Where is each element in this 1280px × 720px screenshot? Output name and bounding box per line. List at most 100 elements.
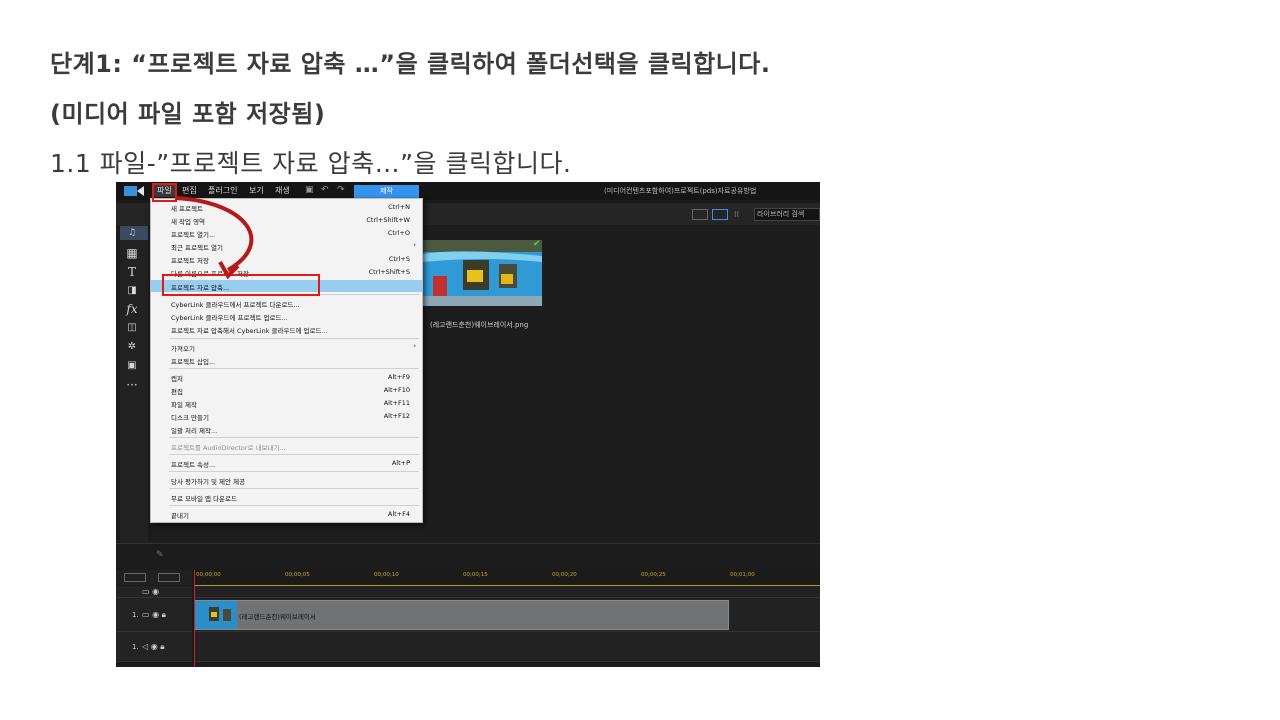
fit-timeline-icon[interactable] — [158, 573, 180, 582]
thumbnail-view-icon[interactable] — [712, 209, 728, 220]
clip-thumbnail — [195, 601, 237, 629]
library-search-input[interactable]: 라이브러리 검색 — [754, 208, 820, 221]
menu-item-mobile-app[interactable]: 무료 모바일 앱 다운로드 — [151, 491, 422, 503]
menu-item-produce[interactable]: 파일 제작 Alt+F11 — [151, 397, 422, 409]
menu-item-label: 프로젝트 속성... — [171, 461, 216, 469]
effect-room-icon[interactable]: ▦ — [125, 246, 139, 260]
playhead[interactable] — [194, 570, 195, 667]
used-check-icon: ✔ — [533, 239, 541, 249]
menu-item-label: 디스크 만들기 — [171, 414, 209, 422]
menu-separator — [169, 338, 419, 339]
menu-item-label: 프로젝트를 AudioDirector로 내보내기... — [171, 444, 286, 452]
step-heading: 단계1: “프로젝트 자료 압축 …”을 클릭하여 폴더선택을 클릭합니다. — [50, 50, 771, 78]
redo-icon[interactable]: ↷ — [337, 185, 345, 195]
more-rooms-icon[interactable]: ··· — [125, 378, 139, 392]
timeline-clip[interactable]: (레고랜드춘천)웨이브레이서 — [194, 600, 729, 630]
menu-item-label: 끝내기 — [171, 512, 189, 520]
menu-item-capture[interactable]: 캡처 Alt+F9 — [151, 371, 422, 383]
save-icon[interactable]: ▣ — [305, 185, 314, 195]
display-icon[interactable]: ▭ ◉ — [142, 587, 159, 596]
edit-tool-icon[interactable]: ✎ — [156, 550, 164, 560]
audio-track-icons[interactable]: ◁ ◉ 🔒︎ — [142, 642, 164, 652]
clip-thumbnail-image — [195, 601, 237, 629]
menu-item-create-disc[interactable]: 디스크 만들기 Alt+F12 — [151, 410, 422, 422]
menu-item-label: 파일 제작 — [171, 401, 197, 409]
media-room-icon[interactable]: ♫ — [125, 226, 139, 240]
track-master — [194, 586, 820, 598]
track-manager-icon[interactable] — [124, 573, 146, 582]
menu-item-batch-produce[interactable]: 일괄 처리 제작... — [151, 423, 422, 435]
menu-edit[interactable]: 편집 — [182, 185, 197, 196]
menu-item-shortcut: Alt+F11 — [383, 399, 410, 407]
step-instruction: 1.1 파일-”프로젝트 자료 압축…”을 클릭합니다. — [50, 149, 572, 178]
menu-item-exit[interactable]: 끝내기 Alt+F4 — [151, 508, 422, 520]
menu-view[interactable]: 보기 — [249, 185, 264, 196]
menu-item-save-project[interactable]: 프로젝트 저장 Ctrl+S — [151, 253, 422, 265]
menu-item-shortcut: Ctrl+N — [388, 203, 410, 211]
menu-item-shortcut: Alt+F9 — [387, 373, 410, 381]
app-screenshot: 파일 편집 플러그인 보기 재생 ▣ ↶ ↷ 제작 (미디어컨텐츠포함하여)프로… — [116, 182, 820, 667]
pip-room-icon[interactable]: ◫ — [125, 321, 139, 335]
menu-item-edit[interactable]: 편집 Alt+F10 — [151, 384, 422, 396]
menu-item-new-workspace[interactable]: 새 작업 영역 Ctrl+Shift+W — [151, 214, 422, 226]
submenu-chevron-icon: › — [413, 241, 416, 249]
submenu-chevron-icon: › — [413, 342, 416, 350]
menu-item-shortcut: Alt+P — [391, 459, 410, 467]
title-room-icon[interactable]: T — [125, 265, 139, 279]
menu-item-new-project[interactable]: 새 프로젝트 Ctrl+N — [151, 201, 422, 213]
menu-item-pack-and-upload[interactable]: 프로젝트 자료 압축해서 CyberLink 클라우드에 업로드... — [151, 323, 422, 335]
window-title: (미디어컨텐츠포함하여)프로젝트(pds)자료공유방법 — [604, 187, 757, 195]
timeline-toolbar — [116, 543, 820, 569]
produce-button[interactable]: 제작 — [354, 185, 419, 198]
menu-item-insert-project[interactable]: 프로젝트 삽입... — [151, 354, 422, 366]
menu-item-cloud-upload[interactable]: CyberLink 클라우드에 프로젝트 업로드... — [151, 310, 422, 322]
menu-item-export-audiodirector: 프로젝트를 AudioDirector로 내보내기... — [151, 440, 422, 452]
transition-room-icon[interactable]: ◨ — [125, 284, 139, 298]
menu-item-label: 프로젝트 자료 압축해서 CyberLink 클라우드에 업로드... — [171, 327, 328, 335]
menu-separator — [169, 488, 419, 489]
menu-item-shortcut: Ctrl+Shift+W — [366, 216, 410, 224]
ruler-label: 00;00;25 — [641, 572, 666, 578]
menu-item-project-properties[interactable]: 프로젝트 속성... Alt+P — [151, 457, 422, 469]
fx-room-icon[interactable]: fx — [125, 302, 139, 316]
particle-room-icon[interactable]: ✲ — [125, 340, 139, 354]
menu-separator — [169, 437, 419, 438]
menu-item-shortcut: Ctrl+O — [387, 229, 410, 237]
ruler-label: 00;01;00 — [730, 572, 755, 578]
menu-item-label: 프로젝트 삽입... — [171, 358, 216, 366]
details-view-icon[interactable] — [692, 209, 708, 220]
app-logo-icon — [124, 186, 144, 196]
menu-item-cloud-download[interactable]: CyberLink 클라우드에서 프로젝트 다운로드... — [151, 297, 422, 309]
track-audio — [194, 632, 820, 662]
menu-separator — [169, 471, 419, 472]
undo-icon[interactable]: ↶ — [321, 185, 329, 195]
menu-plugins[interactable]: 플러그인 — [208, 185, 237, 196]
media-thumbnail[interactable] — [423, 240, 542, 306]
menu-item-label: CyberLink 클라우드에서 프로젝트 다운로드... — [171, 301, 300, 309]
menu-playback[interactable]: 재생 — [275, 185, 290, 196]
media-filename: (레고랜드춘천)웨이브레이서.png — [430, 321, 529, 329]
menu-item-label: 가져오기 — [171, 345, 195, 353]
menu-item-open-project[interactable]: 프로젝트 열기... Ctrl+O — [151, 227, 422, 239]
subtitle-room-icon[interactable]: ▣ — [125, 359, 139, 373]
grid-view-icon[interactable]: ⁝⁝ — [734, 209, 746, 220]
menu-separator — [169, 368, 419, 369]
menu-item-recent-projects[interactable]: 최근 프로젝트 열기 › — [151, 240, 422, 252]
menu-separator — [169, 454, 419, 455]
media-thumbnail-image — [423, 240, 542, 306]
menu-item-label: 새 프로젝트 — [171, 205, 203, 213]
menu-item-shortcut: Alt+F12 — [383, 412, 410, 420]
video-track-label: 1. — [132, 611, 139, 619]
menu-item-label: 프로젝트 열기... — [171, 231, 216, 239]
menu-item-rate-us[interactable]: 당사 평가하기 및 제안 제공 — [151, 474, 422, 486]
menu-item-shortcut: Alt+F10 — [383, 386, 410, 394]
menu-item-label: 당사 평가하기 및 제안 제공 — [171, 478, 246, 486]
video-track-icons[interactable]: ▭ ◉ 🔒︎ — [142, 610, 166, 620]
menu-item-shortcut: Ctrl+S — [388, 255, 410, 263]
ruler-label: 00;00;00 — [196, 572, 221, 578]
ruler-label: 00;00;05 — [285, 572, 310, 578]
menu-item-import[interactable]: 가져오기 › — [151, 341, 422, 353]
menu-item-label: 편집 — [171, 388, 183, 396]
clip-label: (레고랜드춘천)웨이브레이서 — [239, 613, 316, 621]
menu-item-shortcut: Alt+F4 — [387, 510, 410, 518]
